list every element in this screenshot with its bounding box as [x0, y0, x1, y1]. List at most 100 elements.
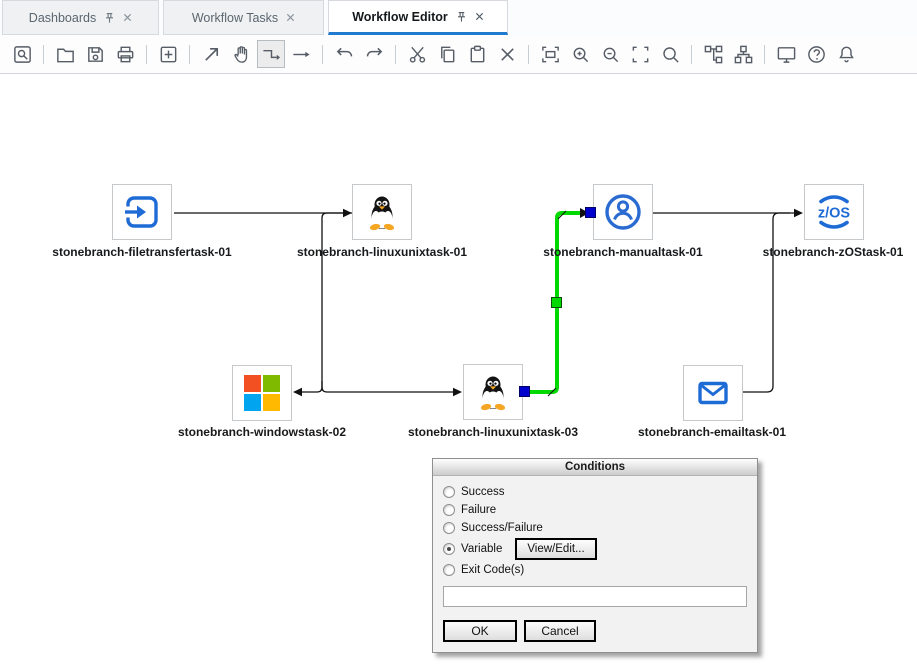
tab-dashboards-label: Dashboards: [29, 11, 96, 25]
tab-workflow-editor[interactable]: Workflow Editor: [328, 0, 508, 35]
file-transfer-icon: [122, 192, 162, 232]
option-variable-label: Variable: [461, 543, 502, 555]
email-envelope-icon: [693, 373, 733, 413]
edge-linux01-to-windows02: [302, 213, 352, 392]
task-node-email[interactable]: [683, 365, 743, 421]
manual-task-person-icon: [602, 191, 644, 233]
task-label: stonebranch-linuxunixtask-01: [297, 245, 467, 259]
pan-hand-icon[interactable]: [227, 40, 255, 68]
actual-size-icon[interactable]: [626, 40, 654, 68]
option-failure[interactable]: Failure: [443, 501, 747, 519]
task-node-filetransfer[interactable]: [112, 184, 172, 240]
edge-target-endpoint[interactable]: [585, 207, 596, 218]
task-node-windows[interactable]: [232, 365, 292, 421]
option-failure-label: Failure: [461, 504, 496, 516]
toolbar-separator: [43, 45, 44, 64]
task-node-manual[interactable]: [593, 184, 653, 240]
straight-arrow-icon[interactable]: [287, 40, 315, 68]
toolbar-separator: [528, 45, 529, 64]
radio-success-failure[interactable]: [443, 522, 455, 534]
task-label: stonebranch-filetransfertask-01: [52, 245, 231, 259]
toolbar-separator: [395, 45, 396, 64]
task-label: stonebranch-linuxunixtask-03: [408, 425, 578, 439]
edge-email-to-zos: [742, 213, 790, 392]
preview-icon[interactable]: [8, 40, 36, 68]
toolbar-separator: [146, 45, 147, 64]
fit-page-icon[interactable]: [536, 40, 564, 68]
tab-workflow-editor-label: Workflow Editor: [352, 10, 448, 24]
option-success-failure-label: Success/Failure: [461, 522, 543, 534]
connector-tool-icon[interactable]: [257, 40, 285, 68]
arrow-up-right-icon[interactable]: [197, 40, 225, 68]
close-icon[interactable]: [286, 13, 295, 22]
radio-success[interactable]: [443, 486, 455, 498]
copy-icon[interactable]: [433, 40, 461, 68]
task-node-linux01[interactable]: [352, 184, 412, 240]
add-icon[interactable]: [154, 40, 182, 68]
workflow-editor-app: Dashboards Workflow Tasks Workflow Edito…: [0, 0, 917, 671]
tab-dashboards[interactable]: Dashboards: [2, 0, 159, 35]
layout-horizontal-icon[interactable]: [699, 40, 727, 68]
help-icon[interactable]: [802, 40, 830, 68]
zoom-out-icon[interactable]: [596, 40, 624, 68]
task-label: stonebranch-zOStask-01: [763, 245, 904, 259]
pin-icon[interactable]: [104, 12, 115, 24]
option-success-failure[interactable]: Success/Failure: [443, 519, 747, 537]
paste-icon[interactable]: [463, 40, 491, 68]
arrowhead: [343, 209, 352, 218]
svg-text:z/OS: z/OS: [818, 206, 851, 222]
dialog-buttons: OK Cancel: [443, 620, 747, 642]
edge-linux01-to-linux03: [322, 381, 453, 392]
option-variable[interactable]: Variable View/Edit...: [443, 537, 747, 561]
cut-icon[interactable]: [403, 40, 431, 68]
arrowhead: [794, 209, 803, 218]
pin-icon[interactable]: [456, 11, 467, 23]
close-icon[interactable]: [123, 13, 132, 22]
exit-codes-input[interactable]: [443, 586, 747, 607]
zoom-in-icon[interactable]: [566, 40, 594, 68]
close-icon[interactable]: [475, 12, 484, 21]
layout-vertical-icon[interactable]: [729, 40, 757, 68]
ok-button[interactable]: OK: [443, 620, 517, 642]
save-icon[interactable]: [81, 40, 109, 68]
toolbar-separator: [322, 45, 323, 64]
bell-icon[interactable]: [832, 40, 860, 68]
tab-bar: Dashboards Workflow Tasks Workflow Edito…: [0, 0, 917, 35]
arrowhead: [453, 388, 462, 397]
edge-midpoint-handle[interactable]: [551, 297, 562, 308]
toolbar-separator: [764, 45, 765, 64]
cancel-button[interactable]: Cancel: [524, 620, 596, 642]
redo-icon[interactable]: [360, 40, 388, 68]
linux-tux-icon: [473, 372, 513, 412]
dialog-title[interactable]: Conditions: [433, 459, 757, 476]
dialog-body: Success Failure Success/Failure Variable…: [433, 476, 757, 652]
search-icon[interactable]: [656, 40, 684, 68]
task-label: stonebranch-windowstask-02: [178, 425, 346, 439]
zos-icon: z/OS: [812, 192, 856, 232]
view-edit-button[interactable]: View/Edit...: [515, 538, 596, 560]
tab-workflow-tasks[interactable]: Workflow Tasks: [163, 0, 324, 35]
linux-tux-icon: [362, 192, 402, 232]
task-node-zos[interactable]: z/OS: [804, 184, 864, 240]
radio-exit-codes[interactable]: [443, 564, 455, 576]
conditions-dialog: Conditions Success Failure Success/Failu…: [432, 458, 758, 653]
task-label: stonebranch-manualtask-01: [543, 245, 702, 259]
tab-workflow-tasks-label: Workflow Tasks: [192, 11, 278, 25]
radio-failure[interactable]: [443, 504, 455, 516]
task-label: stonebranch-emailtask-01: [638, 425, 786, 439]
toolbar-separator: [691, 45, 692, 64]
windows-logo-icon: [243, 374, 281, 412]
task-node-linux03[interactable]: [463, 364, 523, 420]
editor-toolbar: [0, 35, 917, 74]
option-exit-codes[interactable]: Exit Code(s): [443, 561, 747, 579]
open-folder-icon[interactable]: [51, 40, 79, 68]
option-success-label: Success: [461, 486, 504, 498]
edge-source-endpoint[interactable]: [519, 386, 530, 397]
toolbar-separator: [189, 45, 190, 64]
delete-icon[interactable]: [493, 40, 521, 68]
monitor-icon[interactable]: [772, 40, 800, 68]
print-icon[interactable]: [111, 40, 139, 68]
undo-icon[interactable]: [330, 40, 358, 68]
option-success[interactable]: Success: [443, 483, 747, 501]
radio-variable[interactable]: [443, 543, 455, 555]
